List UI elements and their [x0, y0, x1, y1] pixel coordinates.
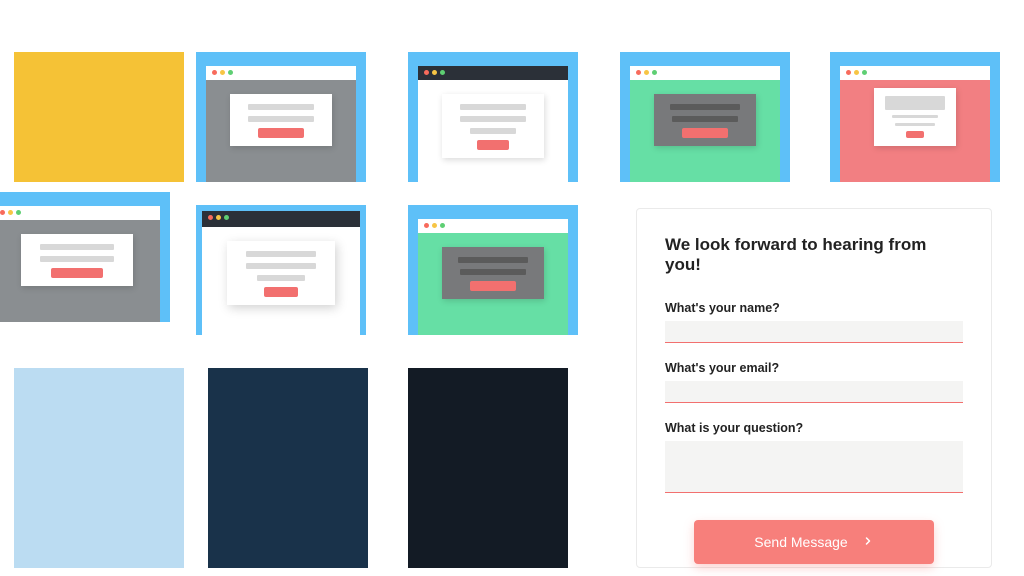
thumbnail-white-modal[interactable]: [408, 52, 578, 182]
swatch-navy[interactable]: [208, 368, 368, 568]
send-button-label: Send Message: [754, 534, 847, 550]
name-input[interactable]: [665, 321, 963, 343]
thumbnail-green-modal-2[interactable]: [408, 205, 578, 335]
chevron-right-icon: [862, 534, 874, 550]
contact-form-panel: We look forward to hearing from you! Wha…: [636, 208, 992, 568]
thumbnail-gray-modal[interactable]: [196, 52, 366, 182]
email-input[interactable]: [665, 381, 963, 403]
question-label: What is your question?: [665, 421, 963, 435]
thumbnail-grid: We look forward to hearing from you! Wha…: [0, 0, 1024, 576]
thumbnail-pink-modal[interactable]: [830, 52, 1000, 182]
question-textarea[interactable]: [665, 441, 963, 493]
thumbnail-solid-yellow[interactable]: [14, 52, 184, 182]
send-message-button[interactable]: Send Message: [694, 520, 934, 564]
thumbnail-green-modal[interactable]: [620, 52, 790, 182]
email-label: What's your email?: [665, 361, 963, 375]
swatch-slate[interactable]: [408, 368, 568, 568]
thumbnail-gray-modal-cut[interactable]: [0, 192, 170, 322]
thumbnail-dark-chrome[interactable]: [196, 205, 366, 335]
swatch-lightblue[interactable]: [14, 368, 184, 568]
form-title: We look forward to hearing from you!: [665, 235, 963, 275]
name-label: What's your name?: [665, 301, 963, 315]
